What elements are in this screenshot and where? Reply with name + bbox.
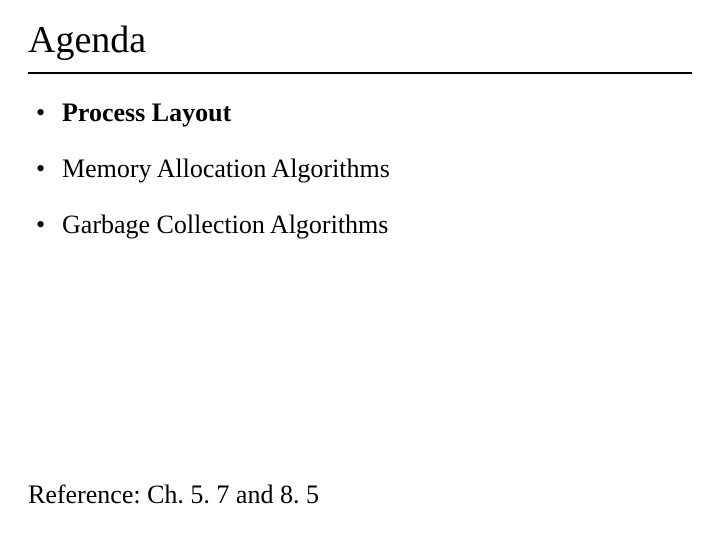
list-item: Process Layout — [36, 96, 692, 130]
reference-text: Reference: Ch. 5. 7 and 8. 5 — [28, 480, 319, 510]
bullet-text: Memory Allocation Algorithms — [62, 154, 390, 183]
bullet-text: Garbage Collection Algorithms — [62, 210, 388, 239]
list-item: Garbage Collection Algorithms — [36, 208, 692, 242]
title-divider — [28, 72, 692, 74]
bullet-list: Process Layout Memory Allocation Algorit… — [28, 96, 692, 241]
slide-title: Agenda — [28, 18, 692, 62]
list-item: Memory Allocation Algorithms — [36, 152, 692, 186]
bullet-text: Process Layout — [62, 98, 231, 127]
